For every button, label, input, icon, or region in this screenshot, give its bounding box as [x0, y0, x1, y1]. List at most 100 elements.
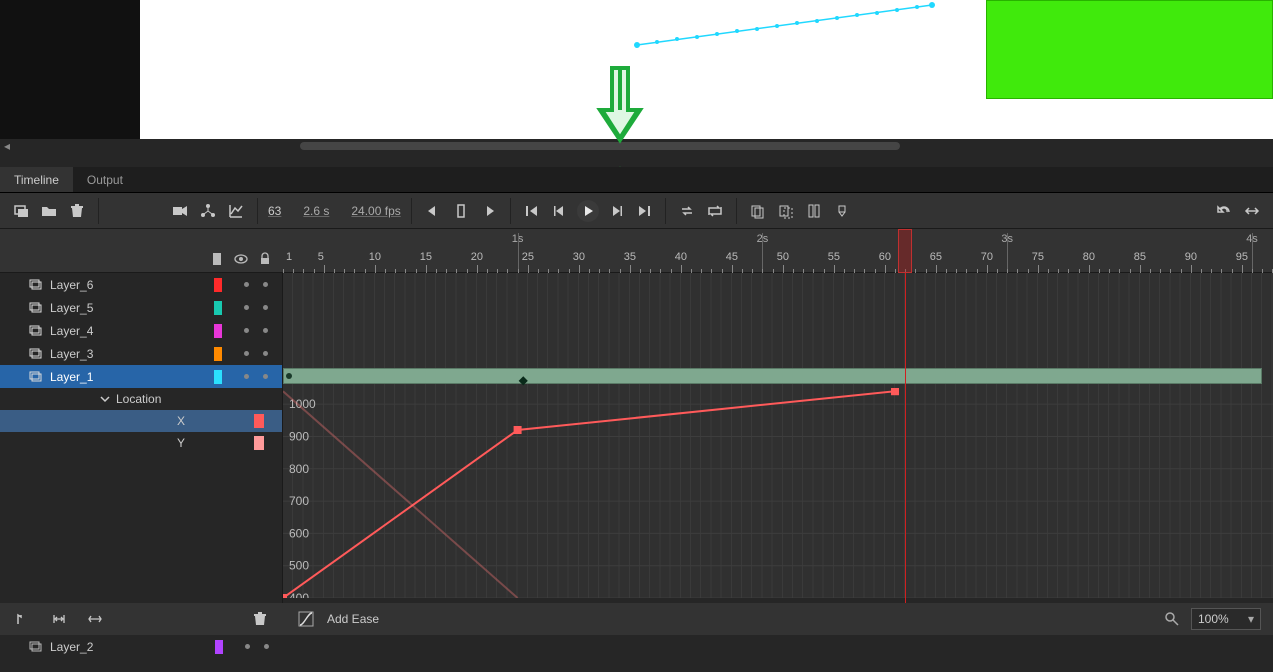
step-back-button[interactable] [422, 200, 444, 222]
layer-list: Layer_6Layer_5Layer_4Layer_3Layer_1Locat… [0, 273, 283, 603]
step-forward-button[interactable] [478, 200, 500, 222]
onion-skin-button[interactable] [747, 200, 769, 222]
layer-row-layer2[interactable]: Layer_2 [0, 635, 283, 658]
layer-color-swatch[interactable] [214, 324, 222, 338]
layer-icon [28, 640, 42, 654]
highlight-toggle-icon[interactable] [209, 251, 225, 267]
layer-color-swatch[interactable] [214, 347, 222, 361]
prev-frame-button[interactable] [549, 200, 571, 222]
scrollbar-thumb[interactable] [300, 142, 900, 150]
zoom-value: 100% [1198, 612, 1229, 626]
ruler-frame-label: 5 [318, 251, 324, 263]
property-row[interactable]: X [0, 410, 282, 432]
current-frame-readout[interactable]: 63 [268, 204, 281, 218]
go-to-first-button[interactable] [521, 200, 543, 222]
property-group-header[interactable]: Location [0, 388, 282, 410]
frame-row[interactable] [283, 319, 1273, 342]
document-stage[interactable] [140, 0, 1273, 153]
motion-tween-span[interactable]: ◆ [283, 368, 1262, 384]
frame-ruler[interactable]: 1s2s3s4s15101520253035404550556065707580… [283, 229, 1273, 273]
undo-view-button[interactable] [1213, 200, 1235, 222]
keyframe-handle [891, 388, 899, 395]
span-frames-button[interactable] [84, 608, 106, 630]
chevron-down-icon [100, 394, 110, 404]
layer-icon [28, 347, 42, 361]
svg-text:900: 900 [289, 429, 309, 443]
tab-output[interactable]: Output [73, 167, 137, 192]
layer-color-swatch[interactable] [214, 301, 222, 315]
layer-row[interactable]: Layer_6 [0, 273, 282, 296]
frame-row[interactable]: ◆ [283, 365, 1273, 388]
ruler-frame-label: 50 [777, 251, 789, 263]
stage-horizontal-scrollbar[interactable]: ◂ [0, 139, 1273, 153]
graph-view-button[interactable] [225, 200, 247, 222]
svg-text:500: 500 [289, 559, 309, 573]
ease-preset-icon[interactable] [295, 608, 317, 630]
layer-row[interactable]: Layer_5 [0, 296, 282, 319]
layer-icon [28, 324, 42, 338]
layer-row[interactable]: Layer_4 [0, 319, 282, 342]
markers-button[interactable] [831, 200, 853, 222]
ruler-frame-label: 20 [471, 251, 483, 263]
layer-icon [28, 278, 42, 292]
ruler-frame-label: 65 [930, 251, 942, 263]
loop-button[interactable] [676, 200, 698, 222]
tab-timeline[interactable]: Timeline [0, 167, 73, 192]
new-layer-button[interactable] [10, 200, 32, 222]
chevron-down-icon: ▾ [1248, 612, 1254, 626]
property-graph[interactable]: 1000900800700600500400 [283, 388, 1273, 598]
delete-layer-button[interactable] [66, 200, 88, 222]
layer-icon [28, 301, 42, 315]
shape-green-rect[interactable] [986, 0, 1273, 99]
property-color-swatch [254, 436, 264, 450]
track-grid[interactable]: ◆ 1000900800700600500400 [283, 273, 1273, 603]
layer-header-controls [0, 229, 283, 273]
ruler-frame-label: 10 [369, 251, 381, 263]
visibility-toggle-icon[interactable] [233, 251, 249, 267]
current-time-readout[interactable]: 2.6 s [303, 204, 329, 218]
lock-toggle-icon[interactable] [257, 251, 273, 267]
zoom-level-display[interactable]: 100% ▾ [1191, 608, 1261, 630]
layer-color-swatch[interactable] [214, 370, 222, 384]
layer-row[interactable]: Layer_3 [0, 342, 282, 365]
ruler-zone: 1s2s3s4s15101520253035404550556065707580… [0, 229, 1273, 273]
ruler-frame-label: 30 [573, 251, 585, 263]
camera-button[interactable] [169, 200, 191, 222]
delete-prop-button[interactable] [249, 608, 271, 630]
frame-row[interactable] [283, 273, 1273, 296]
svg-text:700: 700 [289, 494, 309, 508]
property-row[interactable]: Y [0, 432, 282, 454]
play-button[interactable] [577, 200, 599, 222]
fit-frames-button[interactable] [48, 608, 70, 630]
go-to-last-button[interactable] [633, 200, 655, 222]
frame-row[interactable] [283, 342, 1273, 365]
layer-row[interactable]: Layer_1 [0, 365, 282, 388]
keyframe-toggle-button[interactable] [450, 200, 472, 222]
ruler-frame-label: 95 [1236, 251, 1248, 263]
timeline-bottom-bar: Add Ease 100% ▾ [0, 603, 1273, 635]
onion-outlines-button[interactable] [775, 200, 797, 222]
edit-multiple-button[interactable] [803, 200, 825, 222]
zoom-search-icon[interactable] [1161, 608, 1183, 630]
rig-parent-button[interactable] [197, 200, 219, 222]
loop-range-button[interactable] [704, 200, 726, 222]
layer-color-swatch[interactable] [215, 640, 223, 654]
resize-view-button[interactable] [1241, 200, 1263, 222]
next-frame-button[interactable] [605, 200, 627, 222]
scroll-left-icon[interactable]: ◂ [0, 139, 14, 153]
tracks-zone: Layer_6Layer_5Layer_4Layer_3Layer_1Locat… [0, 273, 1273, 603]
add-ease-label[interactable]: Add Ease [327, 612, 379, 626]
panel-tab-bar: Timeline Output [0, 167, 1273, 193]
ruler-frame-label: 80 [1083, 251, 1095, 263]
new-folder-button[interactable] [38, 200, 60, 222]
ruler-frame-label: 40 [675, 251, 687, 263]
layer-color-swatch[interactable] [214, 278, 222, 292]
ruler-frame-label: 15 [420, 251, 432, 263]
frame-row[interactable] [283, 296, 1273, 319]
ruler-frame-label: 75 [1032, 251, 1044, 263]
extra-layer-row: Layer_2 [0, 635, 1273, 658]
stage-container: ◂ [0, 0, 1273, 153]
onion-range-button[interactable] [12, 608, 34, 630]
ruler-frame-label: 60 [879, 251, 891, 263]
fps-readout[interactable]: 24.00 fps [351, 204, 400, 218]
